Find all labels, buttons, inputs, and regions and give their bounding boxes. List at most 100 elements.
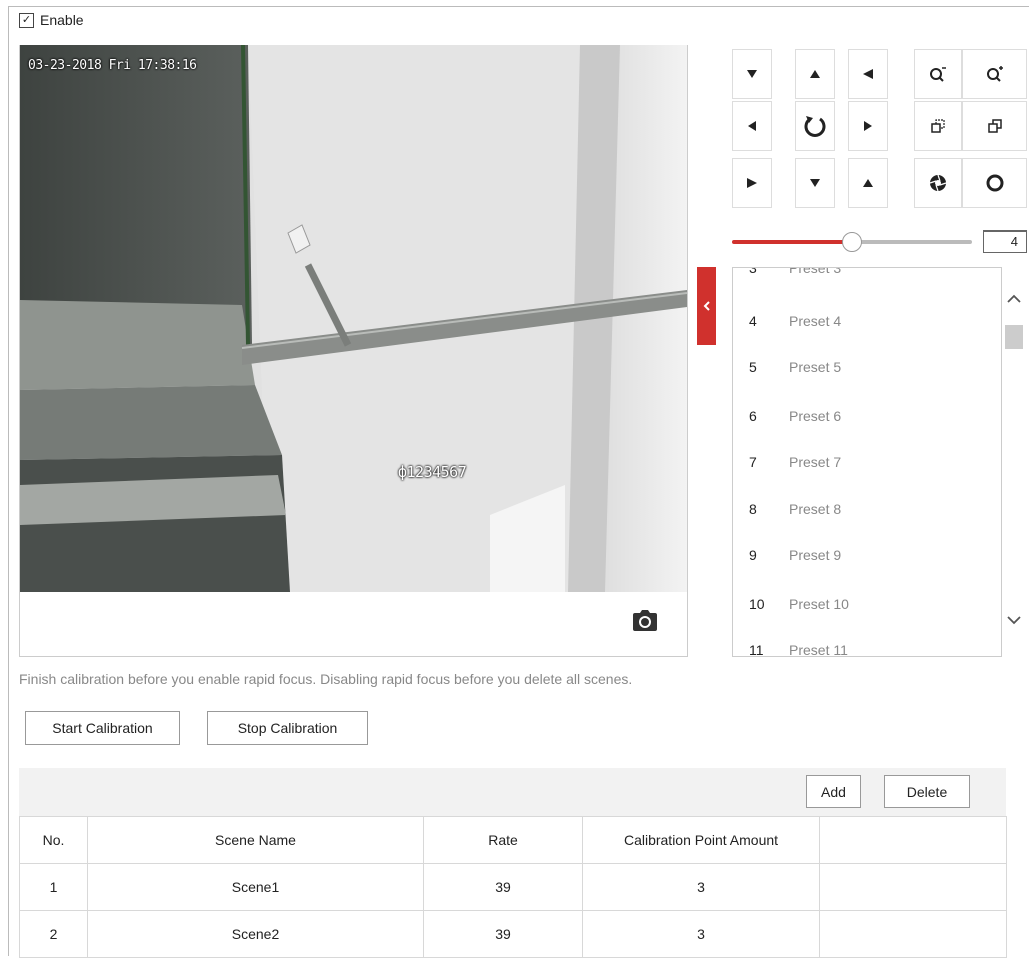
scroll-down-button[interactable]	[1004, 610, 1024, 630]
focus-far-icon	[987, 119, 1002, 133]
scroll-up-button[interactable]	[1004, 289, 1024, 309]
preset-name: Preset 11	[789, 642, 848, 657]
focus-near-icon	[931, 119, 945, 133]
enable-check-icon[interactable]: ✓	[19, 12, 34, 28]
preset-number: 10	[749, 596, 765, 612]
arrow-up-left-icon	[863, 179, 873, 187]
ptz-left-up-button[interactable]	[732, 49, 772, 99]
osd-timestamp: 03-23-2018 Fri 17:38:16	[28, 58, 197, 73]
preset-name: Preset 7	[789, 454, 842, 470]
iris-close-button[interactable]	[962, 158, 1027, 208]
add-scene-button[interactable]: Add	[806, 775, 861, 808]
zoom-in-icon	[930, 67, 946, 82]
preset-number: 8	[749, 501, 757, 517]
cell-scene-name: Scene2	[87, 910, 424, 958]
ptz-speed-slider-track[interactable]	[852, 240, 972, 244]
iris-open-button[interactable]	[914, 158, 962, 208]
col-header-scene-name: Scene Name	[87, 816, 424, 864]
preset-number: 7	[749, 454, 757, 470]
preset-name: Preset 8	[789, 501, 842, 517]
zoom-in-button[interactable]	[914, 49, 962, 99]
chevron-left-icon	[703, 301, 710, 311]
cell-scene-name: Scene1	[87, 863, 424, 911]
col-header-no: No.	[19, 816, 88, 864]
focus-near-button[interactable]	[914, 101, 962, 151]
ptz-right-up-button[interactable]	[848, 49, 888, 99]
scroll-thumb[interactable]	[1005, 325, 1023, 349]
preset-item[interactable]: 4 Preset 4	[733, 298, 1001, 344]
rotate-icon	[804, 116, 826, 137]
cell-rate: 39	[423, 863, 583, 911]
ptz-right-down-button[interactable]	[848, 158, 888, 208]
preset-name: Preset 5	[789, 359, 842, 375]
enable-label: Enable	[40, 12, 84, 28]
focus-far-button[interactable]	[962, 101, 1027, 151]
start-calibration-button[interactable]: Start Calibration	[25, 711, 180, 745]
cell-no: 2	[19, 910, 88, 958]
arrow-up-right-icon	[747, 178, 757, 188]
ptz-left-button[interactable]	[732, 101, 772, 151]
iris-open-icon	[929, 174, 947, 192]
scene-table: No. Scene Name Rate Calibration Point Am…	[19, 816, 1007, 958]
ptz-right-button[interactable]	[848, 101, 888, 151]
table-header-row: No. Scene Name Rate Calibration Point Am…	[19, 816, 1007, 864]
cell-empty	[819, 863, 1007, 911]
page-frame-top	[8, 6, 1029, 7]
auto-scan-button[interactable]	[795, 101, 835, 151]
table-row[interactable]: 2 Scene2 39 3	[19, 910, 1007, 958]
delete-scene-button[interactable]: Delete	[884, 775, 970, 808]
cell-no: 1	[19, 863, 88, 911]
collapse-panel-tab[interactable]	[697, 267, 716, 345]
iris-close-icon	[986, 174, 1003, 192]
preset-number: 3	[749, 267, 757, 276]
preset-item[interactable]: 10 Preset 10	[733, 581, 1001, 627]
preset-name: Preset 9	[789, 547, 842, 563]
enable-checkbox[interactable]: ✓ Enable	[19, 10, 84, 30]
arrow-down-left-icon	[747, 70, 757, 78]
col-header-calibration-point-amount: Calibration Point Amount	[582, 816, 820, 864]
osd-text-overlay: ф1234567	[398, 463, 467, 481]
ptz-left-down-button[interactable]	[732, 158, 772, 208]
arrow-down-right-icon	[863, 69, 873, 79]
preset-number: 6	[749, 408, 757, 424]
chevron-down-icon	[1007, 616, 1021, 625]
video-frame-image	[20, 45, 687, 592]
cell-rate: 39	[423, 910, 583, 958]
col-header-rate: Rate	[423, 816, 583, 864]
table-row[interactable]: 1 Scene1 39 3	[19, 863, 1007, 911]
ptz-speed-value[interactable]: 4	[983, 230, 1027, 253]
preset-item[interactable]: 7 Preset 7	[733, 439, 1001, 485]
col-header-empty	[819, 816, 1007, 864]
cell-empty	[819, 910, 1007, 958]
ptz-speed-slider-handle[interactable]	[842, 232, 862, 252]
preset-name: Preset 4	[789, 313, 842, 329]
ptz-down-button[interactable]	[795, 158, 835, 208]
preset-name: Preset 6	[789, 408, 842, 424]
preset-item[interactable]: 8 Preset 8	[733, 486, 1001, 532]
calibration-notice: Finish calibration before you enable rap…	[19, 671, 633, 687]
preset-name: Preset 10	[789, 596, 849, 612]
arrow-left-icon	[748, 121, 756, 131]
preset-item[interactable]: 5 Preset 5	[733, 344, 1001, 390]
cell-calibration-points: 3	[582, 863, 820, 911]
camera-icon[interactable]	[632, 610, 658, 632]
preset-item[interactable]: 6 Preset 6	[733, 393, 1001, 439]
stop-calibration-button[interactable]: Stop Calibration	[207, 711, 368, 745]
preset-item[interactable]: 11 Preset 11	[733, 627, 1001, 657]
live-video-feed[interactable]	[20, 45, 687, 592]
ptz-up-button[interactable]	[795, 49, 835, 99]
preset-item[interactable]: 3 Preset 3	[733, 267, 1001, 291]
chevron-up-icon	[1007, 294, 1021, 303]
arrow-right-icon	[864, 121, 872, 131]
arrow-up-icon	[810, 70, 820, 78]
preset-number: 11	[749, 642, 764, 657]
arrow-down-icon	[810, 179, 820, 187]
preset-number: 5	[749, 359, 757, 375]
page-frame-left	[8, 6, 9, 956]
zoom-out-button[interactable]	[962, 49, 1027, 99]
preset-number: 4	[749, 313, 757, 329]
ptz-speed-slider-fill[interactable]	[732, 240, 852, 244]
cell-calibration-points: 3	[582, 910, 820, 958]
preset-item[interactable]: 9 Preset 9	[733, 532, 1001, 578]
preset-list: 3 Preset 3 4 Preset 4 5 Preset 5 6 Preset 6 …	[732, 267, 1002, 657]
